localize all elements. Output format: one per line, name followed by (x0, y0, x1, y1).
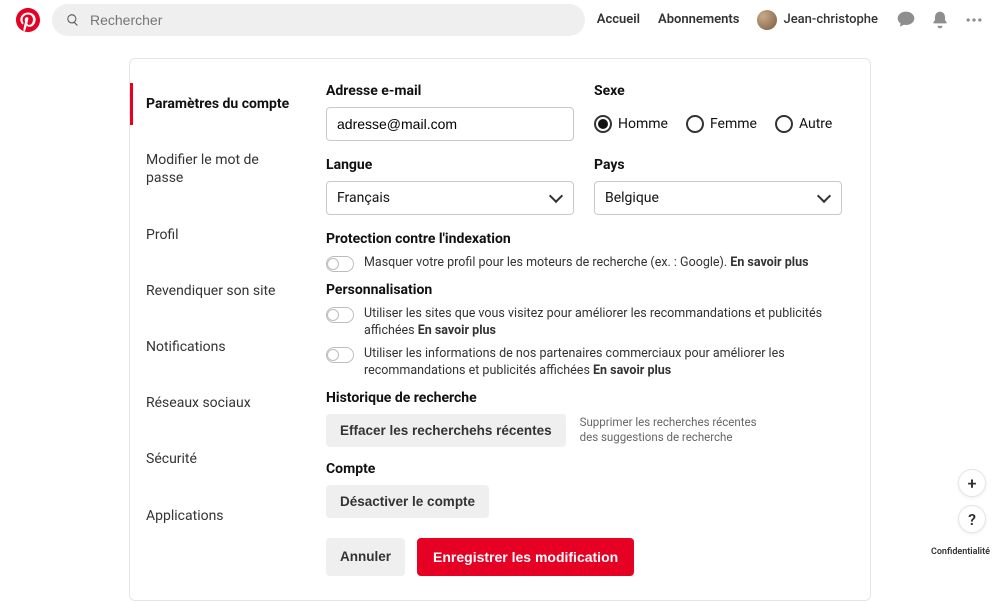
country-label: Pays (594, 157, 842, 173)
add-button[interactable]: + (958, 469, 986, 497)
pers2-learn-more[interactable]: En savoir plus (593, 363, 671, 378)
personalization-toggle-1[interactable] (326, 307, 354, 323)
search-bar[interactable] (52, 4, 585, 36)
email-field[interactable] (326, 107, 574, 141)
settings-card: Paramètres du compte Modifier le mot de … (129, 58, 871, 601)
sidebar-item-password[interactable]: Modifier le mot de passe (130, 139, 317, 199)
cancel-button[interactable]: Annuler (326, 538, 405, 576)
nav-home[interactable]: Accueil (597, 12, 640, 27)
indexing-title: Protection contre l'indexation (326, 231, 842, 247)
indexing-toggle[interactable] (326, 256, 354, 272)
nav-subscriptions[interactable]: Abonnements (658, 12, 739, 27)
notifications-icon[interactable] (930, 10, 950, 30)
language-select[interactable]: Français (326, 181, 574, 215)
search-input[interactable] (90, 12, 571, 28)
personalization-toggle-2[interactable] (326, 347, 354, 363)
personalization-text-1: Utiliser les sites que vous visitez pour… (364, 306, 842, 340)
settings-content: Adresse e-mail Sexe Homme Femme Autre La… (318, 59, 870, 600)
sidebar-item-claim[interactable]: Revendiquer son site (130, 270, 317, 312)
email-label: Adresse e-mail (326, 83, 574, 99)
more-icon[interactable] (964, 10, 984, 30)
clear-history-button[interactable]: Effacer les recherchehs récentes (326, 414, 566, 447)
history-description: Supprimer les recherches récentes des su… (580, 415, 770, 445)
gender-radio-male[interactable]: Homme (594, 115, 668, 133)
personalization-title: Personnalisation (326, 282, 842, 298)
gender-radio-other[interactable]: Autre (775, 115, 832, 133)
floating-buttons: + ? (958, 469, 986, 533)
settings-sidebar: Paramètres du compte Modifier le mot de … (130, 59, 318, 600)
account-title: Compte (326, 461, 842, 477)
save-button[interactable]: Enregistrer les modification (417, 538, 634, 576)
sidebar-item-social[interactable]: Réseaux sociaux (130, 382, 317, 424)
privacy-link[interactable]: Confidentialité (931, 547, 990, 557)
gender-label: Sexe (594, 83, 842, 99)
sidebar-item-apps[interactable]: Applications (130, 495, 317, 537)
sidebar-item-profile[interactable]: Profil (130, 214, 317, 256)
history-title: Historique de recherche (326, 390, 842, 406)
gender-radio-female[interactable]: Femme (686, 115, 757, 133)
user-name: Jean-christophe (783, 12, 878, 27)
help-button[interactable]: ? (958, 505, 986, 533)
user-chip[interactable]: Jean-christophe (757, 10, 878, 30)
header-nav: Accueil Abonnements Jean-christophe (597, 10, 984, 30)
indexing-text: Masquer votre profil pour les moteurs de… (364, 255, 842, 272)
search-icon (66, 13, 80, 27)
personalization-text-2: Utiliser les informations de nos partena… (364, 346, 842, 380)
pinterest-logo-icon[interactable] (16, 8, 40, 32)
sidebar-item-account[interactable]: Paramètres du compte (130, 83, 317, 125)
pers1-learn-more[interactable]: En savoir plus (418, 323, 496, 338)
sidebar-item-notifications[interactable]: Notifications (130, 326, 317, 368)
indexing-learn-more[interactable]: En savoir plus (730, 255, 808, 270)
sidebar-item-security[interactable]: Sécurité (130, 438, 317, 480)
messages-icon[interactable] (896, 10, 916, 30)
language-label: Langue (326, 157, 574, 173)
country-select[interactable]: Belgique (594, 181, 842, 215)
app-header: Accueil Abonnements Jean-christophe (0, 0, 1000, 40)
deactivate-account-button[interactable]: Désactiver le compte (326, 485, 489, 518)
avatar (757, 10, 777, 30)
